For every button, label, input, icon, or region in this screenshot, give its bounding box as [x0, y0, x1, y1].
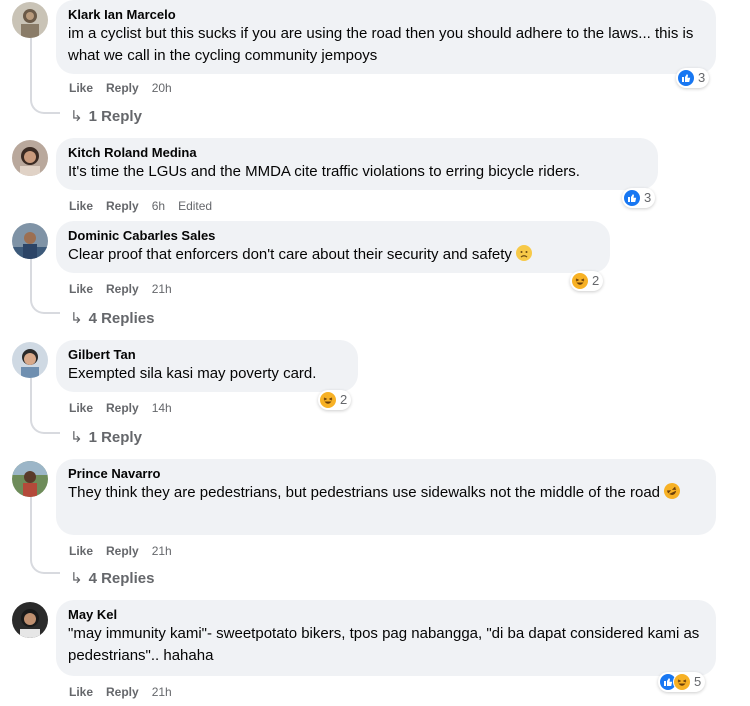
comment-timestamp[interactable]: 20h [152, 80, 172, 96]
reaction-summary[interactable]: 3 [622, 188, 656, 208]
thread-line [30, 378, 32, 420]
like-button[interactable]: Like [69, 543, 93, 559]
comment-timestamp[interactable]: 21h [152, 684, 172, 700]
comment-bubble: May Kel "may immunity kami"- sweetpotato… [56, 600, 716, 676]
comment-author[interactable]: Dominic Cabarles Sales [68, 227, 598, 244]
reaction-summary[interactable]: 2 [570, 271, 604, 291]
thread-connector [30, 418, 60, 434]
like-button[interactable]: Like [69, 281, 93, 297]
comment-actions: Like Reply 21h [69, 543, 172, 559]
thread-connector [30, 558, 60, 574]
comment-author[interactable]: Gilbert Tan [68, 346, 346, 363]
reply-button[interactable]: Reply [106, 281, 139, 297]
avatar[interactable] [12, 223, 48, 259]
like-icon [677, 69, 695, 87]
comment-actions: Like Reply 20h [69, 80, 172, 96]
thread-line [30, 258, 32, 300]
reply-button[interactable]: Reply [106, 543, 139, 559]
reaction-count: 2 [340, 392, 348, 407]
comment-text-content: They think they are pedestrians, but ped… [68, 484, 661, 501]
comment-text: Clear proof that enforcers don't care ab… [68, 244, 598, 266]
avatar[interactable] [12, 2, 48, 38]
reply-arrow-icon: ↳ [70, 310, 83, 327]
avatar[interactable] [12, 342, 48, 378]
like-button[interactable]: Like [69, 400, 93, 416]
thread-line [30, 497, 32, 559]
avatar[interactable] [12, 602, 48, 638]
comment-text: It's time the LGUs and the MMDA cite tra… [68, 163, 580, 180]
comment-bubble: Dominic Cabarles Sales Clear proof that … [56, 221, 610, 273]
comment-bubble: Prince Navarro They think they are pedes… [56, 459, 716, 535]
reaction-summary[interactable]: 5 [658, 672, 706, 692]
comment-bubble: Gilbert Tan Exempted sila kasi may pover… [56, 340, 358, 392]
view-replies-link[interactable]: ↳ 1 Reply [70, 428, 142, 448]
reaction-summary[interactable]: 2 [318, 390, 352, 410]
comment-timestamp[interactable]: 21h [152, 543, 172, 559]
haha-icon [571, 272, 589, 290]
comment-timestamp[interactable]: 21h [152, 281, 172, 297]
reaction-count: 2 [592, 273, 600, 288]
like-button[interactable]: Like [69, 198, 93, 214]
comment-author[interactable]: Klark Ian Marcelo [68, 6, 704, 23]
rolling-laughing-emoji [661, 480, 683, 502]
reaction-count: 3 [698, 70, 706, 85]
thread-connector [30, 298, 60, 314]
comment-actions: Like Reply 21h [69, 281, 172, 297]
comment-text: They think they are pedestrians, but ped… [68, 480, 704, 504]
avatar[interactable] [12, 140, 48, 176]
comment-bubble: Kitch Roland Medina It's time the LGUs a… [56, 138, 658, 190]
like-icon [623, 189, 641, 207]
view-replies-link[interactable]: ↳ 4 Replies [70, 569, 154, 589]
view-replies-link[interactable]: ↳ 4 Replies [70, 309, 154, 329]
reaction-summary[interactable]: 3 [676, 68, 710, 88]
replies-count-label: 4 Replies [88, 570, 155, 587]
comment-text: Exempted sila kasi may poverty card. [68, 365, 317, 382]
replies-count-label: 4 Replies [88, 310, 155, 327]
disappointed-face-emoji [515, 245, 532, 261]
comment-author[interactable]: Prince Navarro [68, 465, 704, 482]
reply-arrow-icon: ↳ [70, 570, 83, 587]
thread-line [30, 38, 32, 100]
like-button[interactable]: Like [69, 80, 93, 96]
haha-icon [319, 391, 337, 409]
reply-arrow-icon: ↳ [70, 429, 83, 446]
replies-count-label: 1 Reply [88, 429, 142, 446]
comment-actions: Like Reply 6h Edited [69, 198, 212, 214]
avatar[interactable] [12, 461, 48, 497]
view-replies-link[interactable]: ↳ 1 Reply [70, 107, 142, 127]
comment-text-content: Clear proof that enforcers don't care ab… [68, 246, 512, 263]
haha-icon [673, 673, 691, 691]
reply-button[interactable]: Reply [106, 198, 139, 214]
reaction-count: 5 [694, 674, 702, 689]
comment-text: "may immunity kami"- sweetpotato bikers,… [68, 625, 700, 664]
edited-label[interactable]: Edited [178, 198, 212, 214]
replies-count-label: 1 Reply [88, 108, 142, 125]
comment-actions: Like Reply 14h [69, 400, 172, 416]
comment-author[interactable]: May Kel [68, 606, 704, 623]
comment-author[interactable]: Kitch Roland Medina [68, 144, 646, 161]
reply-button[interactable]: Reply [106, 80, 139, 96]
comment-timestamp[interactable]: 14h [152, 400, 172, 416]
reply-button[interactable]: Reply [106, 684, 139, 700]
reaction-count: 3 [644, 190, 652, 205]
like-button[interactable]: Like [69, 684, 93, 700]
thread-connector [30, 98, 60, 114]
comment-bubble: Klark Ian Marcelo im a cyclist but this … [56, 0, 716, 74]
comment-timestamp[interactable]: 6h [152, 198, 165, 214]
comment-text: im a cyclist but this sucks if you are u… [68, 25, 694, 64]
reply-arrow-icon: ↳ [70, 108, 83, 125]
reply-button[interactable]: Reply [106, 400, 139, 416]
comment-actions: Like Reply 21h [69, 684, 172, 700]
